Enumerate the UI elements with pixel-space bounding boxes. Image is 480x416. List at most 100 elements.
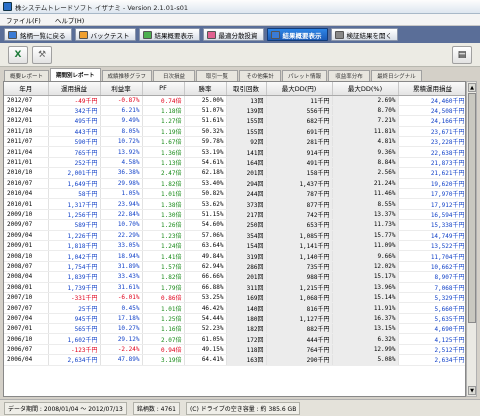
table-row[interactable]: 2008/04 1,839千円 33.43% 1.82倍 66.66% 201回 988千円… — [4, 271, 465, 283]
tab-0[interactable]: 概要レポート — [4, 70, 50, 81]
tab-7[interactable]: 収益率分布 — [328, 70, 371, 81]
cell-win-rate: 59.78% — [184, 136, 227, 148]
cell-max-dd-pct: 15.17% — [332, 271, 399, 283]
tab-8[interactable]: 最終日シグナル — [371, 70, 422, 81]
cell-return: -2.24% — [100, 344, 143, 356]
column-header[interactable]: 最大DD(%) — [332, 82, 399, 96]
cell-pnl: -123千円 — [48, 344, 101, 356]
result-summary-button[interactable]: 結果概要表示 — [266, 28, 328, 41]
tab-1[interactable]: 期間別レポート — [50, 68, 101, 81]
cell-win-rate: 53.62% — [184, 198, 227, 210]
scroll-thumb[interactable] — [468, 93, 476, 323]
cell-max-dd-yen: 1,215千円 — [266, 282, 333, 293]
table-row[interactable]: 2011/07 590千円 10.72% 1.67倍 59.78% 92回 281千円 4.8… — [4, 136, 465, 148]
table-row[interactable]: 2008/10 1,042千円 18.94% 1.41倍 49.84% 319回 1,140… — [4, 250, 465, 262]
table-row[interactable]: 2009/01 1,818千円 33.05% 1.24倍 63.64% 154回 1,141… — [4, 240, 465, 252]
tab-4[interactable]: 取引一覧 — [196, 70, 239, 81]
table-row[interactable]: 2012/01 495千円 9.49% 1.27倍 51.61% 155回 682千円 7.2… — [4, 115, 465, 127]
cell-trades: 139回 — [226, 105, 267, 117]
cell-cum-pnl: 4,690千円 — [398, 323, 465, 335]
column-header[interactable]: 取引回数 — [226, 82, 267, 96]
cell-pnl: -331千円 — [48, 292, 101, 304]
cell-return: 10.27% — [100, 323, 143, 335]
tab-2[interactable]: 成績推移グラフ — [101, 70, 153, 81]
cell-max-dd-yen: 882千円 — [266, 323, 333, 335]
menu-help[interactable]: ヘルプ(H) — [53, 15, 86, 25]
table-row[interactable]: 2011/10 443千円 8.05% 1.19倍 50.32% 155回 691千円 11.… — [4, 126, 465, 138]
tab-6[interactable]: パレット情報 — [282, 70, 328, 81]
column-header[interactable]: 年月 — [4, 82, 49, 96]
table-row[interactable]: 2010/07 1,649千円 29.98% 1.82倍 53.40% 294回 1,437… — [4, 178, 465, 190]
status-bar: データ期間 : 2008/01/04 ～ 2012/07/13 銘柄数 : 47… — [0, 399, 480, 416]
cell-return: 10.70% — [100, 219, 143, 231]
table-row[interactable]: 2008/01 1,739千円 31.61% 1.79倍 66.88% 311回 1,215… — [4, 282, 465, 293]
table-row[interactable]: 2010/04 58千円 1.05% 1.01倍 50.82% 244回 787千円 11.4… — [4, 188, 465, 200]
table-row[interactable]: 2007/01 565千円 10.27% 1.16倍 52.23% 182回 882千円 13… — [4, 323, 465, 335]
table-row[interactable]: 2009/04 1,226千円 22.29% 1.23倍 57.06% 354回 1,085… — [4, 230, 465, 241]
column-header[interactable]: 利益率 — [100, 82, 143, 96]
table-row[interactable]: 2012/04 342千円 6.21% 1.18倍 51.07% 139回 556千円 8.7… — [4, 105, 465, 117]
cell-year-month: 2010/10 — [4, 167, 49, 179]
open-results-button[interactable]: 検証結果を開く — [330, 28, 398, 41]
table-row[interactable]: 2010/01 1,317千円 23.94% 1.38倍 53.62% 373回 877千円… — [4, 198, 465, 210]
table-row[interactable]: 2007/07 25千円 0.45% 1.01倍 46.42% 140回 816千円 11.9… — [4, 302, 465, 314]
scroll-up-icon[interactable]: ▲ — [468, 83, 476, 92]
column-header[interactable]: 勝率 — [184, 82, 227, 96]
excel-export-button[interactable]: X — [8, 45, 28, 64]
column-header[interactable]: 累積運用損益 — [398, 82, 465, 96]
back-to-list-button[interactable]: 銘柄一覧に戻る — [4, 28, 72, 41]
table-row[interactable]: 2008/07 1,754千円 31.89% 1.57倍 62.94% 286回 735千円… — [4, 261, 465, 273]
cell-win-rate: 62.18% — [184, 167, 227, 179]
column-header[interactable]: 最大DD(円) — [266, 82, 333, 96]
cell-trades: 118回 — [226, 344, 267, 356]
cell-return: 31.89% — [100, 261, 143, 273]
report-button[interactable]: ▤ — [452, 46, 472, 64]
table-row[interactable]: 2009/10 1,256千円 22.84% 1.30倍 51.15% 217回 742千円… — [4, 209, 465, 221]
backtest-button[interactable]: バックテスト — [74, 28, 136, 41]
result-icon — [270, 30, 280, 39]
vertical-scrollbar[interactable]: ▲ ▼ — [466, 81, 477, 397]
column-header[interactable]: PF — [142, 82, 185, 96]
table-row[interactable]: 2011/04 765千円 13.92% 1.36倍 53.19% 141回 914千円 9.… — [4, 146, 465, 158]
table-row[interactable]: 2006/10 1,602千円 29.12% 2.07倍 61.05% 172回 444千円… — [4, 333, 465, 345]
table-row[interactable]: 2007/04 945千円 17.18% 1.25倍 54.44% 180回 1,127千円… — [4, 313, 465, 325]
table-row[interactable]: 2011/01 252千円 4.58% 1.13倍 54.61% 164回 491千円 8.8… — [4, 157, 465, 169]
cell-win-rate: 53.25% — [184, 292, 227, 304]
cell-pnl: 590千円 — [48, 136, 101, 148]
cell-trades: 92回 — [226, 136, 267, 148]
scroll-down-icon[interactable]: ▼ — [468, 386, 476, 395]
cell-return: 10.72% — [100, 136, 143, 148]
cell-pf: 1.67倍 — [142, 136, 185, 148]
table-row[interactable]: 2006/07 -123千円 -2.24% 0.94倍 49.15% 118回 764千円 1… — [4, 344, 465, 356]
cell-year-month: 2008/07 — [4, 261, 49, 273]
toolbar: X ⚒ ▤ — [0, 43, 480, 67]
cell-pnl: 252千円 — [48, 157, 101, 169]
cell-pnl: 1,818千円 — [48, 240, 101, 252]
table-row[interactable]: 2009/07 589千円 10.70% 1.26倍 54.60% 250回 653千円 11… — [4, 219, 465, 231]
column-header[interactable]: 運用損益 — [48, 82, 101, 96]
table-row[interactable]: 2007/10 -331千円 -6.01% 0.86倍 53.25% 169回 1,068千… — [4, 292, 465, 304]
cell-trades: 286回 — [226, 261, 267, 273]
tab-5[interactable]: その他集計 — [239, 70, 282, 81]
cell-trades: 180回 — [226, 313, 267, 325]
cell-return: 4.58% — [100, 157, 143, 169]
cell-trades: 319回 — [226, 250, 267, 262]
cell-year-month: 2008/04 — [4, 271, 49, 283]
table-row[interactable]: 2010/10 2,001千円 36.38% 2.47倍 62.18% 201回 158千円… — [4, 167, 465, 179]
table-row[interactable]: 2006/04 2,634千円 47.89% 3.19倍 64.41% 163回 290千円… — [4, 354, 465, 366]
cell-cum-pnl: 24,166千円 — [398, 115, 465, 127]
cell-return: 18.94% — [100, 250, 143, 262]
cell-return: 8.05% — [100, 126, 143, 138]
cell-pnl: 1,317千円 — [48, 198, 101, 210]
cell-trades: 140回 — [226, 302, 267, 314]
summary-view-button[interactable]: 結果概要表示 — [138, 28, 200, 41]
optimal-diversify-button[interactable]: 最適分散投資 — [202, 28, 264, 41]
tools-button[interactable]: ⚒ — [32, 45, 52, 64]
tab-3[interactable]: 日次損益 — [153, 70, 196, 81]
cell-return: 47.89% — [100, 354, 143, 366]
cell-cum-pnl: 2,512千円 — [398, 344, 465, 356]
menu-file[interactable]: ファイル(F) — [4, 15, 43, 25]
cell-return: 9.49% — [100, 115, 143, 127]
table-row[interactable]: 2012/07 -49千円 -0.87% 0.74倍 25.00% 13回 11千円 2.69… — [4, 95, 465, 106]
cell-cum-pnl: 15,338千円 — [398, 219, 465, 231]
